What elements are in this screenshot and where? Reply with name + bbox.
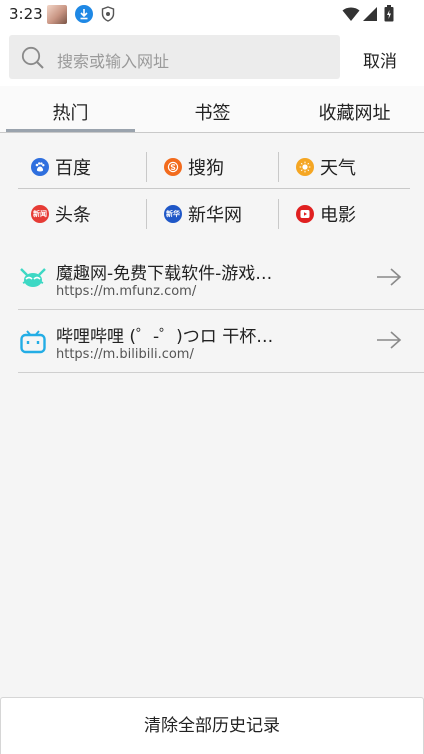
quick-link-label: 电影 — [320, 205, 356, 226]
history-title: 哔哩哔哩 (゜-゜)つロ 干杯… — [56, 327, 274, 347]
quick-link-xinhua[interactable]: 新华 新华网 — [164, 199, 242, 229]
arrow-right-icon[interactable] — [376, 267, 402, 291]
status-bar: 3:23 — [0, 0, 424, 28]
sogou-icon — [164, 158, 182, 176]
divider — [278, 152, 279, 182]
divider — [18, 188, 410, 189]
toutiao-icon: 新闻 — [31, 205, 49, 223]
mfunz-icon — [20, 267, 46, 293]
signal-icon — [362, 6, 378, 22]
history-url: https://m.mfunz.com/ — [56, 284, 197, 299]
movie-play-icon — [296, 205, 314, 223]
quick-link-movie[interactable]: 电影 — [296, 199, 356, 229]
search-row: 搜索或输入网址 取消 — [0, 28, 424, 86]
divider — [146, 152, 147, 182]
xinhua-icon: 新华 — [164, 205, 182, 223]
clear-history-button[interactable]: 清除全部历史记录 — [0, 697, 424, 754]
quick-link-label: 头条 — [55, 205, 91, 226]
search-icon — [21, 46, 45, 74]
baidu-icon — [31, 158, 49, 176]
quick-link-weather[interactable]: 天气 — [296, 152, 356, 182]
tab-bookmarks[interactable]: 书签 — [148, 99, 277, 125]
active-tab-indicator — [6, 129, 135, 132]
divider — [146, 199, 147, 229]
tab-bar: 热门 书签 收藏网址 — [0, 86, 424, 133]
avatar-thumbnail-icon — [47, 5, 67, 24]
bilibili-icon — [20, 330, 46, 358]
quick-link-toutiao[interactable]: 新闻 头条 — [31, 199, 91, 229]
quick-link-label: 搜狗 — [188, 158, 224, 179]
arrow-right-icon[interactable] — [376, 330, 402, 354]
history-list: 魔趣网-免费下载软件-游戏… https://m.mfunz.com/ 哔哩哔哩… — [18, 247, 424, 373]
weather-sun-icon — [296, 158, 314, 176]
quick-link-baidu[interactable]: 百度 — [31, 152, 91, 182]
search-placeholder: 搜索或输入网址 — [57, 52, 170, 71]
history-title: 魔趣网-免费下载软件-游戏… — [56, 264, 273, 284]
list-item[interactable]: 魔趣网-免费下载软件-游戏… https://m.mfunz.com/ — [18, 247, 424, 310]
divider — [278, 199, 279, 229]
shield-icon — [101, 6, 115, 26]
battery-icon — [384, 5, 394, 22]
cancel-button[interactable]: 取消 — [350, 47, 410, 72]
history-url: https://m.bilibili.com/ — [56, 347, 194, 362]
status-time: 3:23 — [9, 5, 43, 23]
download-icon — [75, 5, 93, 23]
quick-link-sogou[interactable]: 搜狗 — [164, 152, 224, 182]
quick-link-label: 天气 — [320, 158, 356, 179]
wifi-icon — [342, 6, 360, 22]
quick-links-grid: 百度 搜狗 天气 新闻 头条 新华 新华网 电影 — [18, 148, 410, 238]
quick-link-label: 百度 — [55, 158, 91, 179]
tab-hot[interactable]: 热门 — [6, 99, 135, 125]
tab-favorite-sites[interactable]: 收藏网址 — [290, 99, 419, 125]
quick-link-label: 新华网 — [188, 205, 242, 226]
list-item[interactable]: 哔哩哔哩 (゜-゜)つロ 干杯… https://m.bilibili.com/ — [18, 310, 424, 373]
search-input[interactable]: 搜索或输入网址 — [9, 35, 340, 79]
